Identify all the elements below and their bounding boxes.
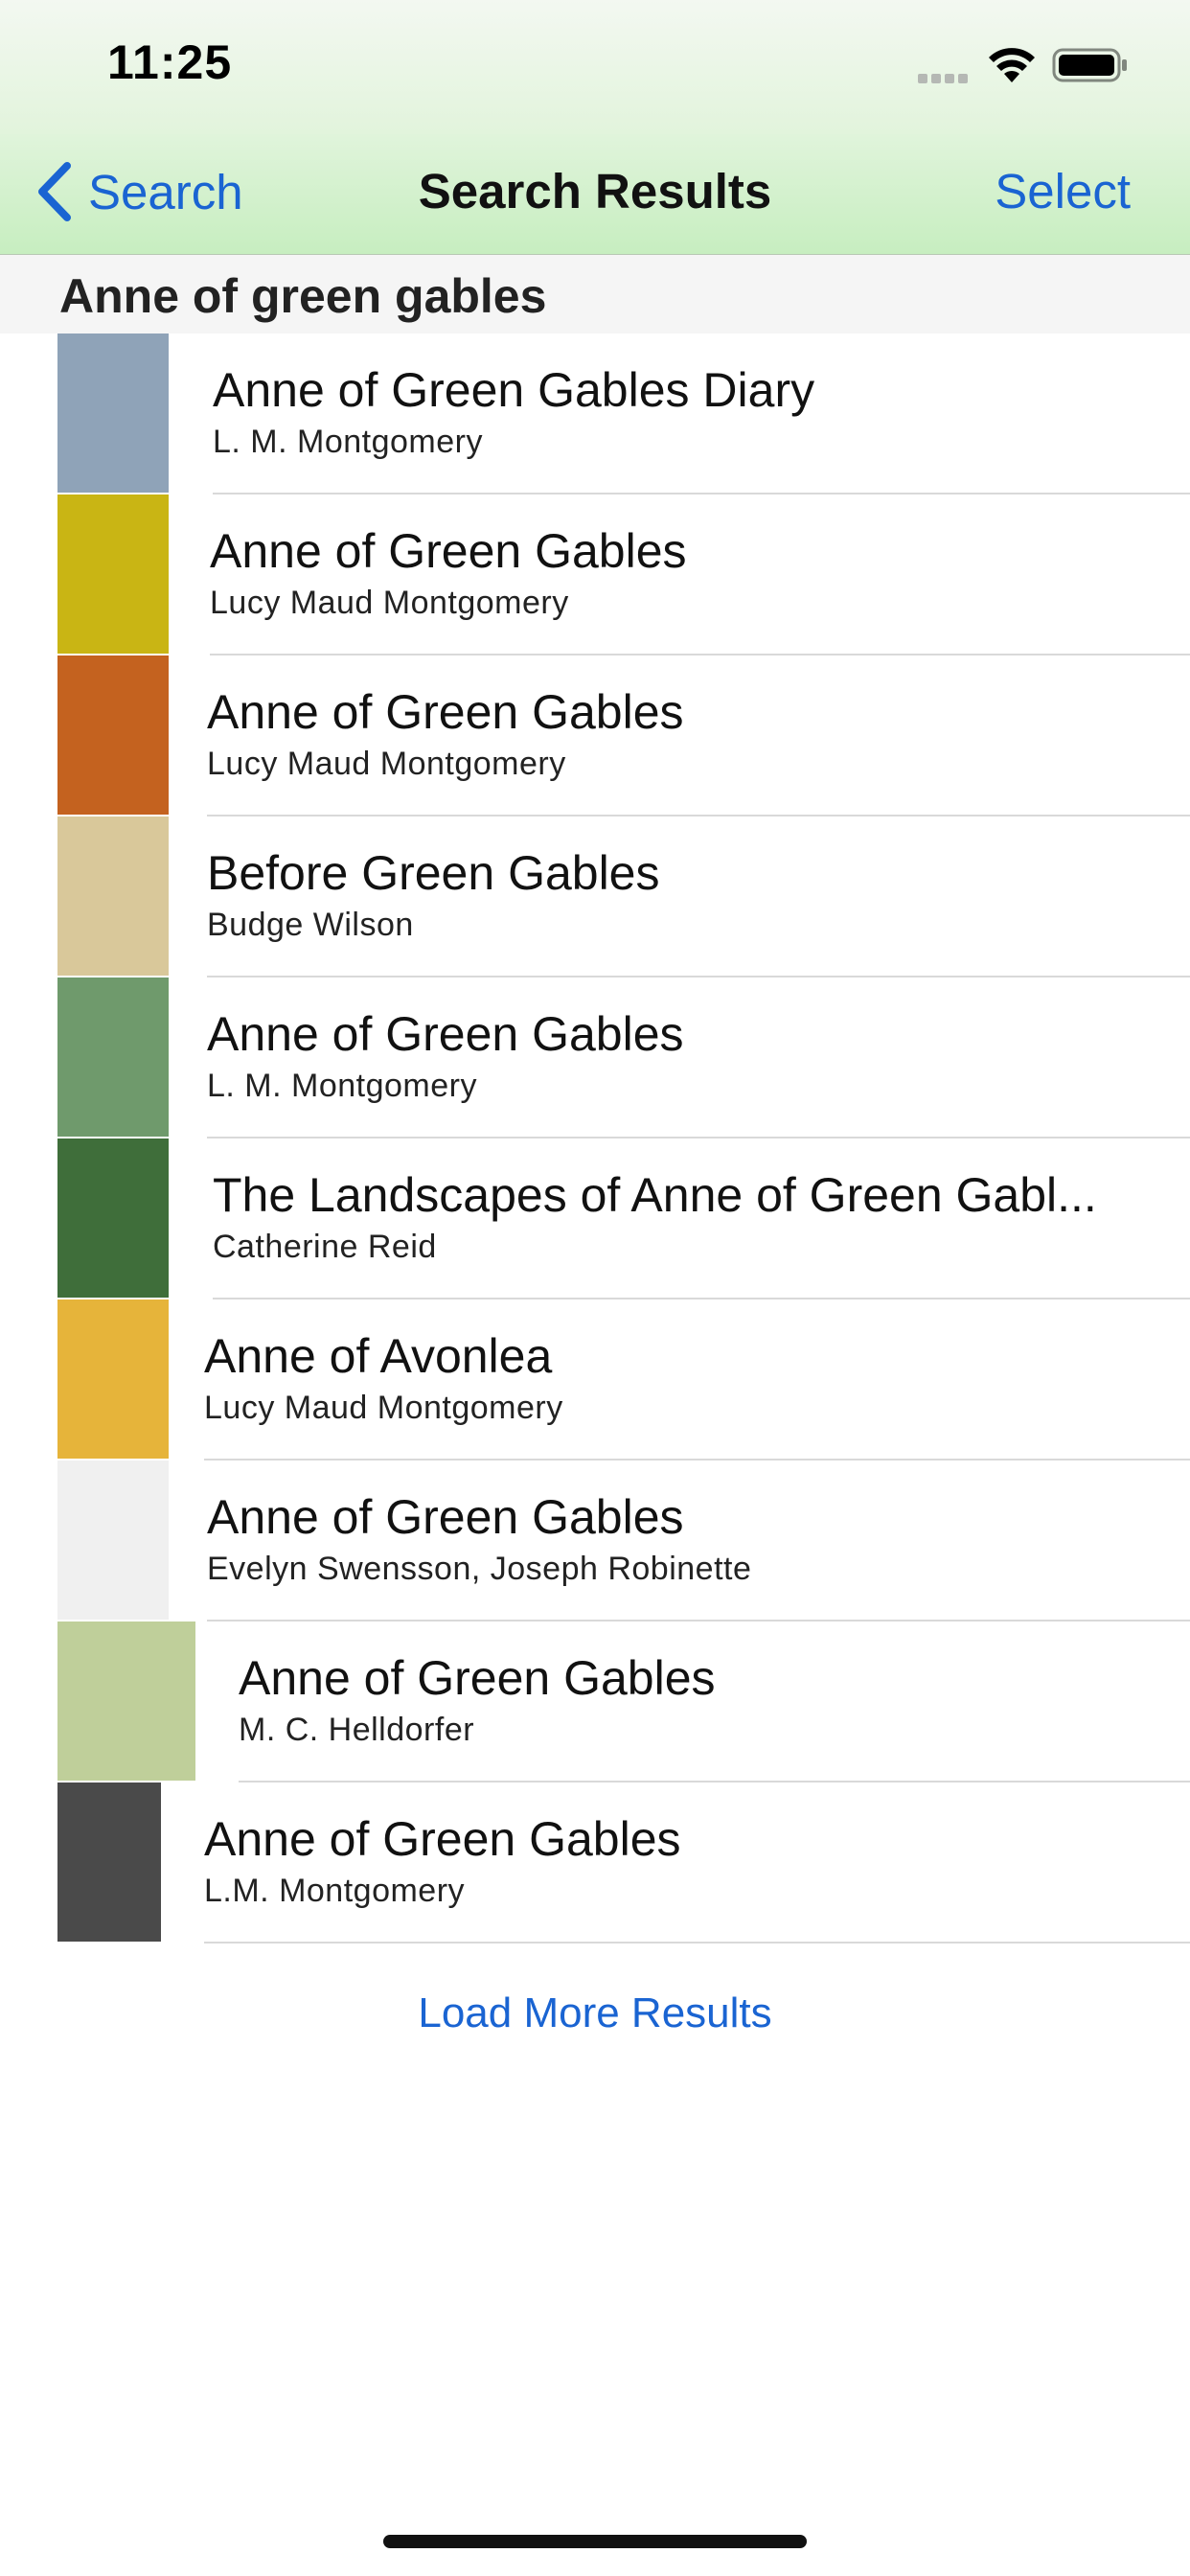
cellular-signal-icon bbox=[918, 71, 975, 83]
book-cover bbox=[57, 978, 169, 1137]
book-author: Evelyn Swensson, Joseph Robinette bbox=[207, 1551, 752, 1587]
status-bar: 11:25 bbox=[0, 0, 1190, 134]
chevron-left-icon bbox=[38, 162, 71, 221]
book-title: Anne of Green Gables bbox=[207, 1490, 684, 1544]
navigation-bar: Search Search Results Select bbox=[0, 134, 1190, 256]
book-author: L. M. Montgomery bbox=[213, 424, 483, 460]
book-title: Anne of Green Gables Diary bbox=[213, 363, 815, 417]
list-item[interactable]: Anne of Green Gables Lucy Maud Montgomer… bbox=[0, 494, 1190, 656]
search-query-label: Anne of green gables bbox=[59, 269, 547, 323]
book-author: L.M. Montgomery bbox=[204, 1873, 466, 1909]
battery-icon bbox=[1052, 48, 1127, 82]
book-cover bbox=[57, 656, 169, 815]
book-author: L. M. Montgomery bbox=[207, 1068, 477, 1104]
book-title: Before Green Gables bbox=[207, 846, 660, 900]
home-indicator bbox=[383, 2535, 807, 2548]
list-item[interactable]: Anne of Green Gables L. M. Montgomery bbox=[0, 978, 1190, 1138]
select-button[interactable]: Select bbox=[995, 163, 1131, 219]
book-title: Anne of Avonlea bbox=[204, 1329, 553, 1383]
book-title: The Landscapes of Anne of Green Gabl... bbox=[213, 1168, 1097, 1222]
list-item[interactable]: Anne of Green Gables Evelyn Swensson, Jo… bbox=[0, 1460, 1190, 1622]
book-cover bbox=[57, 1782, 161, 1942]
back-button[interactable]: Search bbox=[34, 155, 243, 228]
book-cover bbox=[57, 816, 169, 976]
book-title: Anne of Green Gables bbox=[207, 1007, 684, 1061]
list-item[interactable]: The Landscapes of Anne of Green Gabl... … bbox=[0, 1138, 1190, 1300]
book-author: Lucy Maud Montgomery bbox=[204, 1390, 563, 1426]
book-title: Anne of Green Gables bbox=[239, 1651, 716, 1705]
back-button-label: Search bbox=[88, 164, 243, 219]
wifi-icon bbox=[989, 48, 1035, 82]
book-author: Lucy Maud Montgomery bbox=[210, 585, 569, 621]
list-item[interactable]: Anne of Green Gables L.M. Montgomery bbox=[0, 1782, 1190, 1944]
book-title: Anne of Green Gables bbox=[207, 685, 684, 739]
book-author: Lucy Maud Montgomery bbox=[207, 746, 566, 782]
separator bbox=[204, 1942, 1190, 1944]
book-author: Budge Wilson bbox=[207, 907, 414, 943]
list-item[interactable]: Anne of Avonlea Lucy Maud Montgomery bbox=[0, 1300, 1190, 1460]
book-title: Anne of Green Gables bbox=[204, 1812, 681, 1866]
book-cover bbox=[57, 1622, 195, 1781]
results-list: Anne of Green Gables Diary L. M. Montgom… bbox=[0, 334, 1190, 1944]
book-author: M. C. Helldorfer bbox=[239, 1712, 475, 1748]
book-author: Catherine Reid bbox=[213, 1229, 437, 1265]
book-cover bbox=[57, 1300, 169, 1459]
list-item[interactable]: Anne of Green Gables M. C. Helldorfer bbox=[0, 1622, 1190, 1782]
book-cover bbox=[57, 494, 169, 654]
book-cover bbox=[57, 1138, 169, 1298]
section-header: Anne of green gables bbox=[0, 255, 1190, 334]
book-cover bbox=[57, 1460, 169, 1620]
status-time: 11:25 bbox=[107, 35, 233, 89]
list-item[interactable]: Anne of Green Gables Lucy Maud Montgomer… bbox=[0, 656, 1190, 816]
load-more-button[interactable]: Load More Results bbox=[0, 1990, 1190, 2037]
list-item[interactable]: Anne of Green Gables Diary L. M. Montgom… bbox=[0, 334, 1190, 494]
book-title: Anne of Green Gables bbox=[210, 524, 687, 578]
list-item[interactable]: Before Green Gables Budge Wilson bbox=[0, 816, 1190, 978]
book-cover bbox=[57, 334, 169, 493]
